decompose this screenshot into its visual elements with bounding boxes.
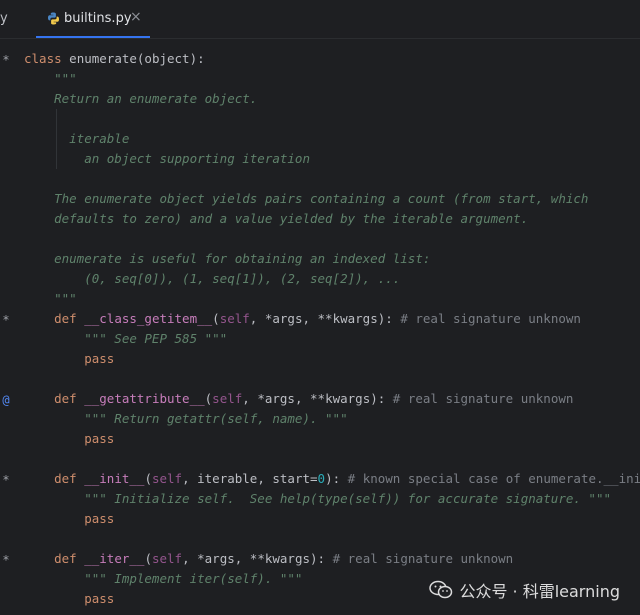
- docstring-line: Return an enumerate object.: [24, 91, 258, 106]
- method-name: __class_getitem__: [84, 311, 213, 326]
- close-icon[interactable]: ×: [130, 9, 142, 25]
- gutter: * * @ * *: [0, 39, 14, 615]
- docstring-line: """ Initialize self. See help(type(self)…: [24, 491, 611, 506]
- code-line: def __init__(self, iterable, start=0): #…: [24, 469, 640, 489]
- watermark: 公众号 · 科雷learning: [429, 579, 620, 601]
- code-line: def __getattribute__(self, *args, **kwar…: [24, 389, 640, 409]
- comment: # known special case of enumerate.__init…: [347, 471, 640, 486]
- docstring-line: The enumerate object yields pairs contai…: [24, 191, 589, 206]
- comment: # real signature unknown: [392, 391, 574, 406]
- watermark-text: 公众号 · 科雷learning: [459, 582, 620, 601]
- docstring-line: [24, 229, 640, 249]
- method-name: __iter__: [84, 551, 145, 566]
- paren: (: [144, 551, 152, 566]
- tab-builtins-py[interactable]: builtins.py ×: [36, 0, 150, 38]
- keyword: def: [54, 391, 77, 406]
- wechat-icon: [429, 580, 453, 599]
- docstring-line: """: [24, 291, 77, 306]
- editor-tab-bar: y builtins.py ×: [0, 0, 640, 39]
- method-name: __getattribute__: [84, 391, 205, 406]
- code-content: class enumerate(object): """ Return an e…: [24, 49, 640, 609]
- self-param: self: [219, 311, 250, 326]
- code-line: pass: [24, 349, 640, 369]
- previous-tab-label[interactable]: y: [0, 11, 8, 26]
- keyword: def: [54, 551, 77, 566]
- docstring-line: [24, 169, 640, 189]
- method-name: __init__: [84, 471, 145, 486]
- code-line: class enumerate(object):: [24, 49, 640, 69]
- tab-label: builtins.py: [64, 11, 132, 26]
- keyword: def: [54, 471, 77, 486]
- docstring-line: """ Return getattr(self, name). """: [24, 411, 348, 426]
- code-line: def __iter__(self, *args, **kwargs): # r…: [24, 549, 640, 569]
- params: , *args, **kwargs):: [182, 551, 333, 566]
- code-line: pass: [24, 509, 640, 529]
- keyword: pass: [84, 591, 115, 606]
- keyword: pass: [84, 511, 115, 526]
- paren: ):: [325, 471, 348, 486]
- paren: (: [212, 311, 220, 326]
- override-marker-icon[interactable]: *: [0, 473, 12, 487]
- code-editor[interactable]: * * @ * * class enumerate(object): """ R…: [0, 39, 640, 615]
- docstring-line: enumerate is useful for obtaining an ind…: [24, 251, 431, 266]
- override-marker-icon[interactable]: *: [0, 553, 12, 567]
- paren: (: [144, 471, 152, 486]
- override-marker-icon[interactable]: *: [0, 313, 12, 327]
- implement-marker-icon[interactable]: @: [0, 393, 12, 407]
- docstring-line: defaults to zero) and a value yielded by…: [24, 211, 529, 226]
- docstring-line: """: [24, 71, 77, 86]
- self-param: self: [151, 551, 183, 566]
- keyword: class: [24, 51, 62, 66]
- params: , *args, **kwargs):: [249, 311, 401, 326]
- docstring-line: an object supporting iteration: [24, 151, 310, 166]
- keyword: pass: [84, 431, 115, 446]
- python-file-icon: [48, 12, 59, 25]
- class-signature: enumerate(object):: [61, 51, 205, 66]
- docstring-line: """ See PEP 585 """: [24, 331, 228, 346]
- keyword: pass: [84, 351, 115, 366]
- comment: # real signature unknown: [332, 551, 514, 566]
- keyword: def: [54, 311, 77, 326]
- self-param: self: [212, 391, 243, 406]
- self-param: self: [151, 471, 183, 486]
- code-line: def __class_getitem__(self, *args, **kwa…: [24, 309, 640, 329]
- docstring-line: (0, seq[0]), (1, seq[1]), (2, seq[2]), .…: [24, 271, 401, 286]
- code-line: pass: [24, 429, 640, 449]
- docstring-line: iterable: [24, 131, 130, 146]
- docstring-line: [24, 109, 640, 129]
- override-marker-icon[interactable]: *: [0, 53, 12, 67]
- number-literal: 0: [317, 471, 326, 486]
- comment: # real signature unknown: [400, 311, 581, 326]
- params: , iterable, start=: [182, 471, 318, 486]
- params: , *args, **kwargs):: [242, 391, 393, 406]
